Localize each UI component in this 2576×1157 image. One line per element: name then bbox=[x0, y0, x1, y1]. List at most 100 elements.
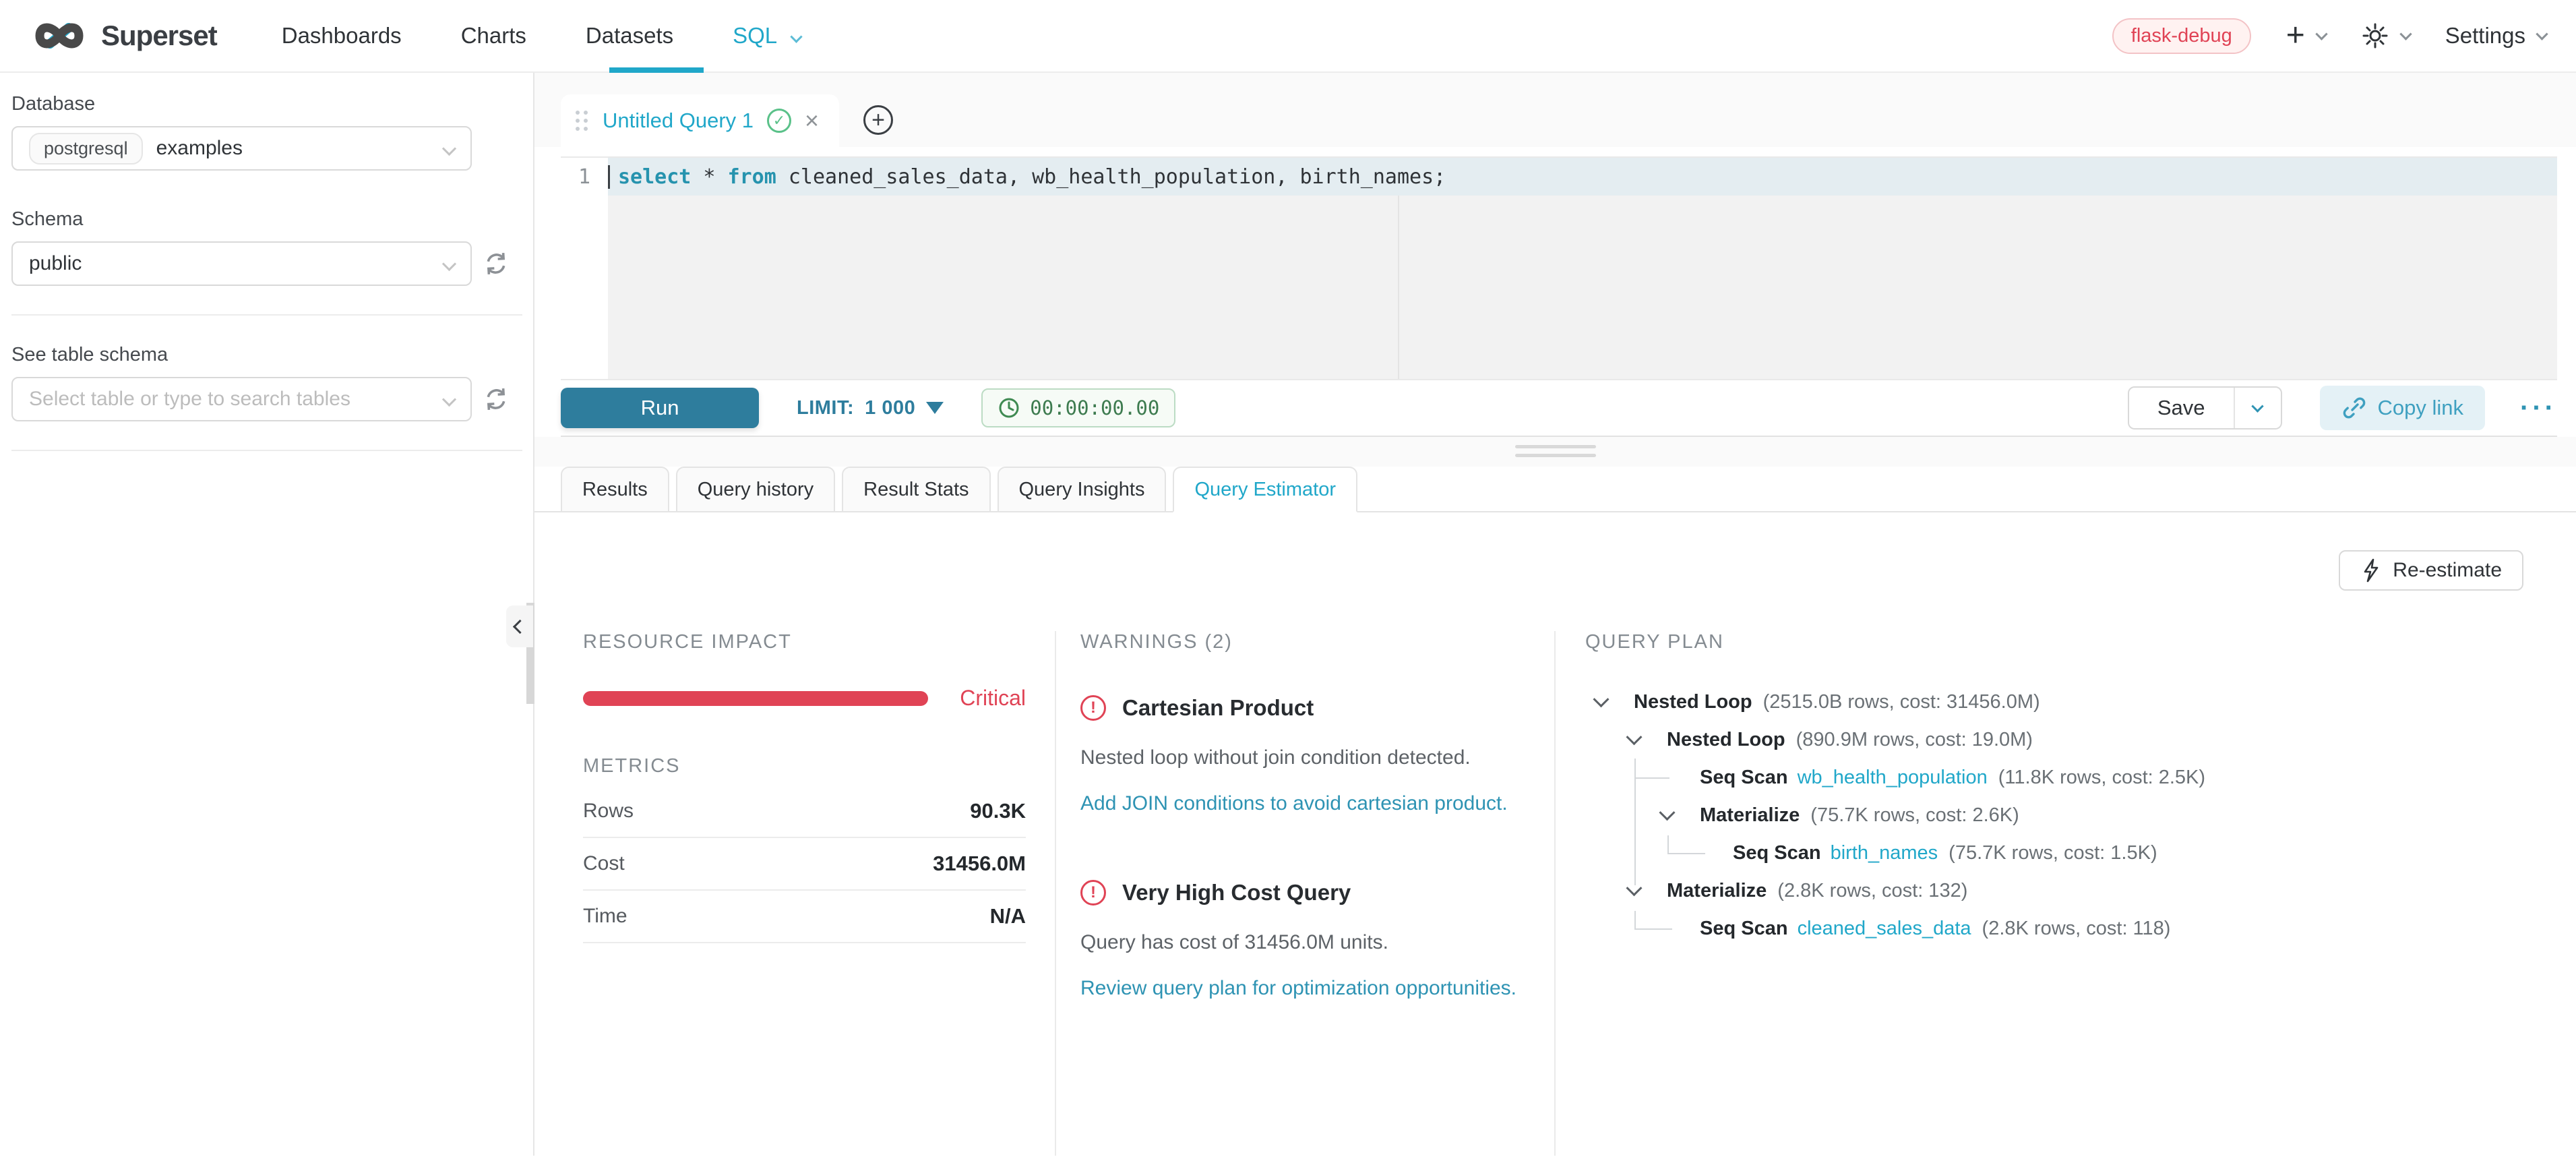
active-nav-underline bbox=[609, 67, 704, 73]
database-select[interactable]: postgresql examples bbox=[11, 126, 472, 171]
save-split-button: Save bbox=[2128, 386, 2282, 429]
table-select[interactable]: Select table or type to search tables bbox=[11, 377, 472, 421]
editor-toolbar: Run LIMIT: 1 000 00:00:00.00 Save bbox=[561, 380, 2557, 437]
warning-icon: ! bbox=[1080, 880, 1106, 906]
nav-sql[interactable]: SQL bbox=[733, 23, 801, 49]
new-query-tab-button[interactable]: + bbox=[863, 105, 893, 135]
schema-select[interactable]: public bbox=[11, 241, 472, 286]
drag-handle-icon[interactable] bbox=[576, 111, 580, 115]
link-icon bbox=[2341, 395, 2367, 421]
sql-code-line[interactable]: select * from cleaned_sales_data, wb_hea… bbox=[608, 165, 1446, 189]
chevron-down-icon bbox=[442, 141, 456, 155]
line-number: 1 bbox=[561, 165, 608, 189]
metric-row-time: Time N/A bbox=[583, 891, 1026, 943]
resource-impact-section: RESOURCE IMPACT Critical METRICS Rows 90… bbox=[534, 631, 1056, 1156]
query-tab-title: Untitled Query 1 bbox=[603, 109, 754, 133]
limit-value: 1 000 bbox=[865, 397, 915, 419]
panel-resize-gap bbox=[534, 437, 2576, 467]
save-options-button[interactable] bbox=[2234, 388, 2281, 428]
nav-charts[interactable]: Charts bbox=[461, 23, 526, 49]
save-button[interactable]: Save bbox=[2129, 388, 2234, 428]
schema-label: Schema bbox=[11, 208, 533, 231]
resource-impact-label: RESOURCE IMPACT bbox=[583, 631, 1026, 653]
metric-row-rows: Rows 90.3K bbox=[583, 785, 1026, 838]
navbar: Superset Dashboards Charts Datasets SQL … bbox=[0, 0, 2576, 73]
brand-name: Superset bbox=[101, 20, 217, 52]
clock-icon bbox=[998, 396, 1020, 419]
plan-node-seq-scan-wb-health: Seq Scan wb_health_population (11.8K row… bbox=[1585, 759, 2576, 796]
collapse-node-icon[interactable] bbox=[1626, 880, 1642, 896]
table-schema-label: See table schema bbox=[11, 344, 533, 366]
database-engine-tag: postgresql bbox=[29, 133, 143, 165]
copy-link-button[interactable]: Copy link bbox=[2320, 386, 2486, 430]
plan-node-seq-scan-birth-names: Seq Scan birth_names (75.7K rows, cost: … bbox=[1585, 834, 2576, 872]
sql-editor[interactable]: 1 select * from cleaned_sales_data, wb_h… bbox=[561, 156, 2557, 380]
chevron-down-icon bbox=[2315, 28, 2327, 40]
sun-icon bbox=[2361, 22, 2389, 50]
chevron-down-icon bbox=[2251, 400, 2263, 412]
environment-badge: flask-debug bbox=[2112, 18, 2251, 54]
plan-node-nested-loop-root: Nested Loop (2515.0B rows, cost: 31456.0… bbox=[1585, 683, 2576, 721]
table-link[interactable]: wb_health_population bbox=[1798, 767, 1988, 789]
plan-node-materialize-2: Materialize (2.8K rows, cost: 132) bbox=[1585, 872, 2576, 910]
query-saved-icon: ✓ bbox=[767, 109, 791, 133]
warning-suggestion-link[interactable]: Review query plan for optimization oppor… bbox=[1080, 977, 1527, 1000]
table-link[interactable]: cleaned_sales_data bbox=[1798, 918, 1971, 940]
warning-high-cost: ! Very High Cost Query Query has cost of… bbox=[1080, 880, 1527, 1000]
query-timer: 00:00:00.00 bbox=[981, 388, 1175, 427]
new-dropdown-button[interactable]: + bbox=[2286, 20, 2326, 52]
more-actions-button[interactable]: ··· bbox=[2520, 393, 2557, 423]
database-label: Database bbox=[11, 93, 533, 115]
query-plan-section: QUERY PLAN Nested Loop (2515.0B bbox=[1556, 631, 2576, 1156]
resize-handle[interactable] bbox=[1515, 445, 1596, 463]
warning-cartesian-product: ! Cartesian Product Nested loop without … bbox=[1080, 695, 1527, 815]
impact-level-label: Critical bbox=[960, 686, 1026, 711]
reestimate-button[interactable]: Re-estimate bbox=[2339, 550, 2523, 591]
query-tab[interactable]: Untitled Query 1 ✓ × bbox=[561, 94, 839, 147]
tab-query-estimator[interactable]: Query Estimator bbox=[1173, 467, 1357, 512]
warning-suggestion-link[interactable]: Add JOIN conditions to avoid cartesian p… bbox=[1080, 792, 1527, 815]
chevron-left-icon bbox=[512, 619, 526, 633]
query-tabbar: Untitled Query 1 ✓ × + bbox=[534, 73, 2576, 147]
tab-query-history[interactable]: Query history bbox=[676, 467, 835, 512]
plus-icon: + bbox=[2286, 20, 2305, 52]
plan-node-nested-loop-inner: Nested Loop (890.9M rows, cost: 19.0M) bbox=[1585, 721, 2576, 759]
refresh-schemas-icon[interactable] bbox=[484, 251, 508, 276]
plan-node-materialize-1: Materialize (75.7K rows, cost: 2.6K) bbox=[1585, 796, 2576, 834]
refresh-tables-icon[interactable] bbox=[484, 387, 508, 411]
collapse-sidebar-button[interactable] bbox=[506, 605, 533, 647]
settings-menu[interactable]: Settings bbox=[2445, 23, 2546, 49]
results-tabbar: Results Query history Result Stats Query… bbox=[534, 467, 2576, 512]
plan-node-seq-scan-cleaned-sales: Seq Scan cleaned_sales_data (2.8K rows, … bbox=[1585, 910, 2576, 947]
nav-datasets[interactable]: Datasets bbox=[586, 23, 673, 49]
close-tab-icon[interactable]: × bbox=[805, 109, 819, 133]
lightning-bolt-icon bbox=[2360, 558, 2382, 583]
chevron-down-icon bbox=[2399, 28, 2412, 40]
divider bbox=[11, 314, 522, 316]
chevron-down-icon bbox=[442, 256, 456, 270]
metrics-label: METRICS bbox=[583, 755, 1026, 777]
limit-dropdown[interactable]: LIMIT: 1 000 bbox=[797, 397, 944, 419]
tab-results[interactable]: Results bbox=[561, 467, 669, 512]
run-button[interactable]: Run bbox=[561, 388, 759, 428]
nav-dashboards[interactable]: Dashboards bbox=[282, 23, 402, 49]
impact-progress-bar bbox=[583, 691, 928, 706]
tab-query-insights[interactable]: Query Insights bbox=[998, 467, 1167, 512]
superset-logo-icon bbox=[30, 17, 90, 55]
tab-result-stats[interactable]: Result Stats bbox=[842, 467, 990, 512]
chevron-down-icon bbox=[442, 392, 456, 406]
sql-lab-sidebar: Database postgresql examples Schema publ… bbox=[0, 73, 534, 1156]
collapse-node-icon[interactable] bbox=[1659, 804, 1675, 821]
chevron-down-icon bbox=[2536, 28, 2548, 40]
divider bbox=[11, 450, 522, 451]
caret-down-icon bbox=[926, 402, 944, 414]
theme-dropdown-button[interactable] bbox=[2361, 22, 2410, 50]
collapse-node-icon[interactable] bbox=[1593, 691, 1609, 707]
warnings-section: WARNINGS (2) ! Cartesian Product Nested … bbox=[1056, 631, 1556, 1156]
warnings-label: WARNINGS (2) bbox=[1080, 631, 1527, 653]
collapse-node-icon[interactable] bbox=[1626, 729, 1642, 745]
superset-logo[interactable]: Superset bbox=[30, 17, 217, 55]
chevron-down-icon bbox=[790, 30, 802, 42]
query-plan-tree: Nested Loop (2515.0B rows, cost: 31456.0… bbox=[1585, 683, 2576, 947]
table-link[interactable]: birth_names bbox=[1831, 842, 1938, 864]
